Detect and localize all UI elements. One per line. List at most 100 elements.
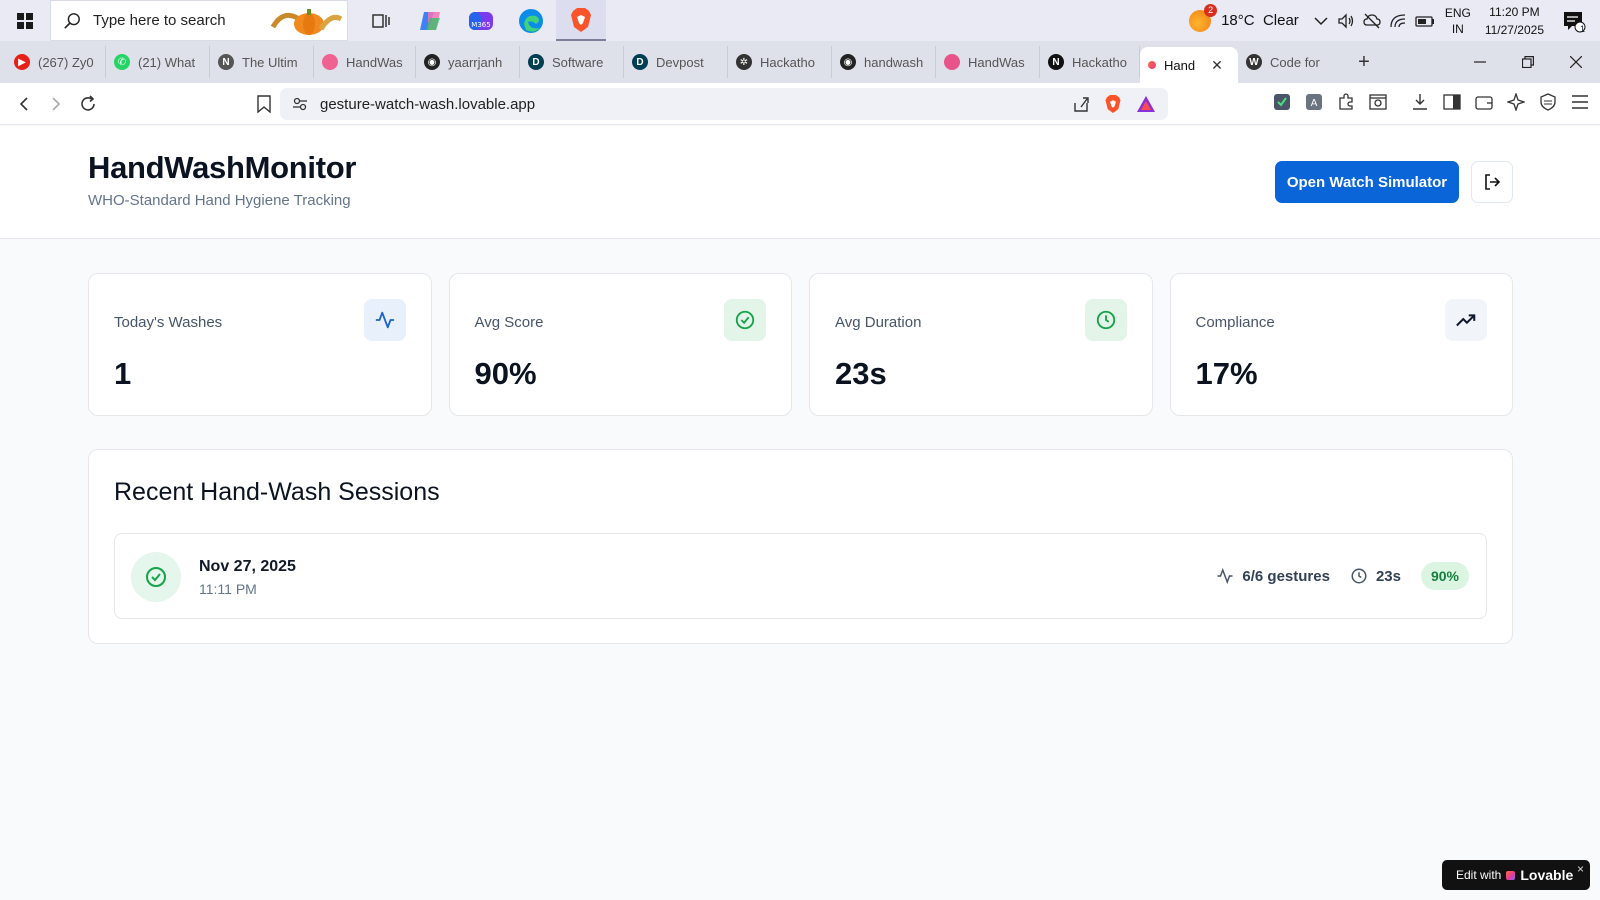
- pumpkin-harvest-icon: [270, 9, 343, 35]
- tab-favicon-icon: ✆: [114, 54, 130, 70]
- stat-label: Compliance: [1195, 314, 1275, 331]
- wallet-icon[interactable]: [1474, 92, 1494, 112]
- browser-tab[interactable]: ▶ (267) Zy0: [6, 46, 106, 78]
- taskbar-copilot-app[interactable]: [406, 0, 456, 41]
- lovable-logo-icon: [1506, 870, 1516, 880]
- browser-tab[interactable]: D Devpost: [624, 46, 728, 78]
- check-circle-icon: [146, 567, 166, 587]
- bookmark-button[interactable]: [248, 88, 280, 120]
- brave-browser-icon: [571, 7, 591, 32]
- address-bar[interactable]: gesture-watch-wash.lovable.app: [280, 88, 1168, 120]
- taskbar-brave-app[interactable]: [556, 0, 606, 41]
- browser-tab[interactable]: N Hackatho: [1040, 46, 1140, 78]
- taskbar-edge-app[interactable]: [506, 0, 556, 41]
- tab-favicon-icon: ▶: [14, 54, 30, 70]
- download-icon[interactable]: [1410, 92, 1430, 112]
- tab-title: Code for: [1270, 54, 1320, 70]
- open-watch-simulator-button[interactable]: Open Watch Simulator: [1275, 161, 1459, 203]
- tab-title: HandWas: [346, 54, 403, 70]
- stat-card-compliance: Compliance 17%: [1169, 273, 1513, 416]
- notification-center-button[interactable]: 1: [1562, 9, 1586, 34]
- minimize-button[interactable]: [1456, 41, 1504, 83]
- extension-checklist-icon[interactable]: [1272, 92, 1292, 112]
- activity-icon: [375, 311, 394, 329]
- sessions-title: Recent Hand-Wash Sessions: [114, 478, 440, 506]
- session-gestures: 6/6 gestures: [1216, 567, 1330, 585]
- clock-icon: [1351, 568, 1367, 584]
- bookmark-icon: [257, 95, 271, 113]
- extension-grammar-icon[interactable]: A: [1304, 92, 1324, 112]
- session-score-badge: 90%: [1420, 562, 1469, 590]
- taskbar-m365-app[interactable]: M365: [456, 0, 506, 41]
- reader-mode-icon[interactable]: [1368, 92, 1388, 112]
- browser-tab[interactable]: W Code for: [1238, 46, 1346, 78]
- stat-value: 90%: [474, 356, 537, 391]
- close-tab-icon[interactable]: ✕: [1211, 57, 1223, 74]
- tab-title: handwash: [864, 54, 924, 70]
- chevron-up-icon[interactable]: [1313, 13, 1329, 29]
- stat-label: Avg Duration: [835, 314, 922, 331]
- stat-value: 1: [114, 356, 132, 391]
- battery-icon[interactable]: [1415, 14, 1435, 28]
- tab-title: yaarrjanh: [448, 54, 503, 70]
- browser-tab[interactable]: D Software: [520, 46, 624, 78]
- browser-tab[interactable]: HandWas: [936, 46, 1040, 78]
- tab-title: Hackatho: [1072, 54, 1127, 70]
- browser-tab[interactable]: ◉ yaarrjanh: [416, 46, 520, 78]
- browser-toolbar: gesture-watch-wash.lovable.app A: [0, 83, 1600, 125]
- brave-rewards-icon[interactable]: [1136, 95, 1156, 113]
- task-view-button[interactable]: [356, 0, 406, 41]
- sidebar-toggle-icon[interactable]: [1442, 92, 1462, 112]
- stat-card-avg-score: Avg Score 90%: [448, 273, 792, 416]
- active-tab[interactable]: Hand ✕: [1140, 47, 1238, 83]
- session-gestures-text: 6/6 gestures: [1242, 567, 1330, 585]
- logout-button[interactable]: [1471, 161, 1513, 203]
- reload-button[interactable]: [72, 88, 104, 120]
- windows-start-button[interactable]: [0, 0, 50, 41]
- browser-tab[interactable]: ✆ (21) What: [106, 46, 210, 78]
- tab-favicon-icon: N: [218, 54, 234, 70]
- lang-line-1: ENG: [1444, 5, 1471, 20]
- extensions-puzzle-icon[interactable]: [1336, 92, 1356, 112]
- back-button[interactable]: [8, 88, 40, 120]
- close-badge-icon[interactable]: ×: [1577, 862, 1584, 876]
- cloud-off-icon[interactable]: [1363, 13, 1381, 29]
- leo-ai-icon[interactable]: [1506, 92, 1526, 112]
- browser-tab[interactable]: HandWas: [314, 46, 416, 78]
- lang-line-2: IN: [1451, 21, 1464, 36]
- browser-tab[interactable]: ◉ handwash: [832, 46, 936, 78]
- edit-with-lovable-badge[interactable]: Edit with Lovable ×: [1442, 860, 1590, 890]
- taskbar-search-box[interactable]: Type here to search: [50, 0, 348, 41]
- system-clock[interactable]: 11:20 PM 11/27/2025: [1485, 3, 1544, 39]
- session-time: 11:11 PM: [199, 581, 257, 597]
- site-settings-icon[interactable]: [292, 96, 308, 112]
- lovable-tab-icon: [1148, 61, 1156, 69]
- wifi-icon[interactable]: [1389, 13, 1407, 29]
- vpn-shield-icon[interactable]: [1538, 92, 1558, 112]
- stat-value: 23s: [835, 356, 887, 391]
- session-row[interactable]: Nov 27, 2025 11:11 PM 6/6 gestures 23s 9…: [114, 533, 1487, 619]
- tab-favicon-icon: ◉: [424, 54, 440, 70]
- lovable-prefix: Edit with: [1456, 868, 1502, 882]
- browser-tab[interactable]: ✲ Hackatho: [728, 46, 832, 78]
- clock-time: 11:20 PM: [1489, 4, 1540, 19]
- weather-sun-icon: 2: [1189, 3, 1218, 32]
- browser-tab[interactable]: N The Ultim: [210, 46, 314, 78]
- menu-hamburger-icon[interactable]: [1570, 92, 1590, 112]
- tab-favicon-icon: D: [632, 54, 648, 70]
- weather-widget[interactable]: 2 18°C Clear: [1189, 3, 1299, 32]
- brave-shields-icon[interactable]: [1104, 94, 1122, 114]
- new-tab-button[interactable]: +: [1346, 51, 1382, 74]
- tab-favicon-icon: [322, 54, 338, 70]
- close-window-button[interactable]: [1552, 41, 1600, 83]
- tab-title: Hackatho: [760, 54, 815, 70]
- input-language-indicator[interactable]: ENG IN: [1445, 5, 1471, 37]
- restore-button[interactable]: [1504, 41, 1552, 83]
- forward-button[interactable]: [40, 88, 72, 120]
- session-duration: 23s: [1350, 567, 1401, 585]
- brand-block: HandWashMonitor WHO-Standard Hand Hygien…: [88, 150, 356, 209]
- taskbar-search-placeholder: Type here to search: [93, 12, 226, 29]
- volume-icon[interactable]: [1337, 12, 1355, 29]
- activity-icon: [1217, 567, 1233, 585]
- share-icon[interactable]: [1072, 95, 1090, 113]
